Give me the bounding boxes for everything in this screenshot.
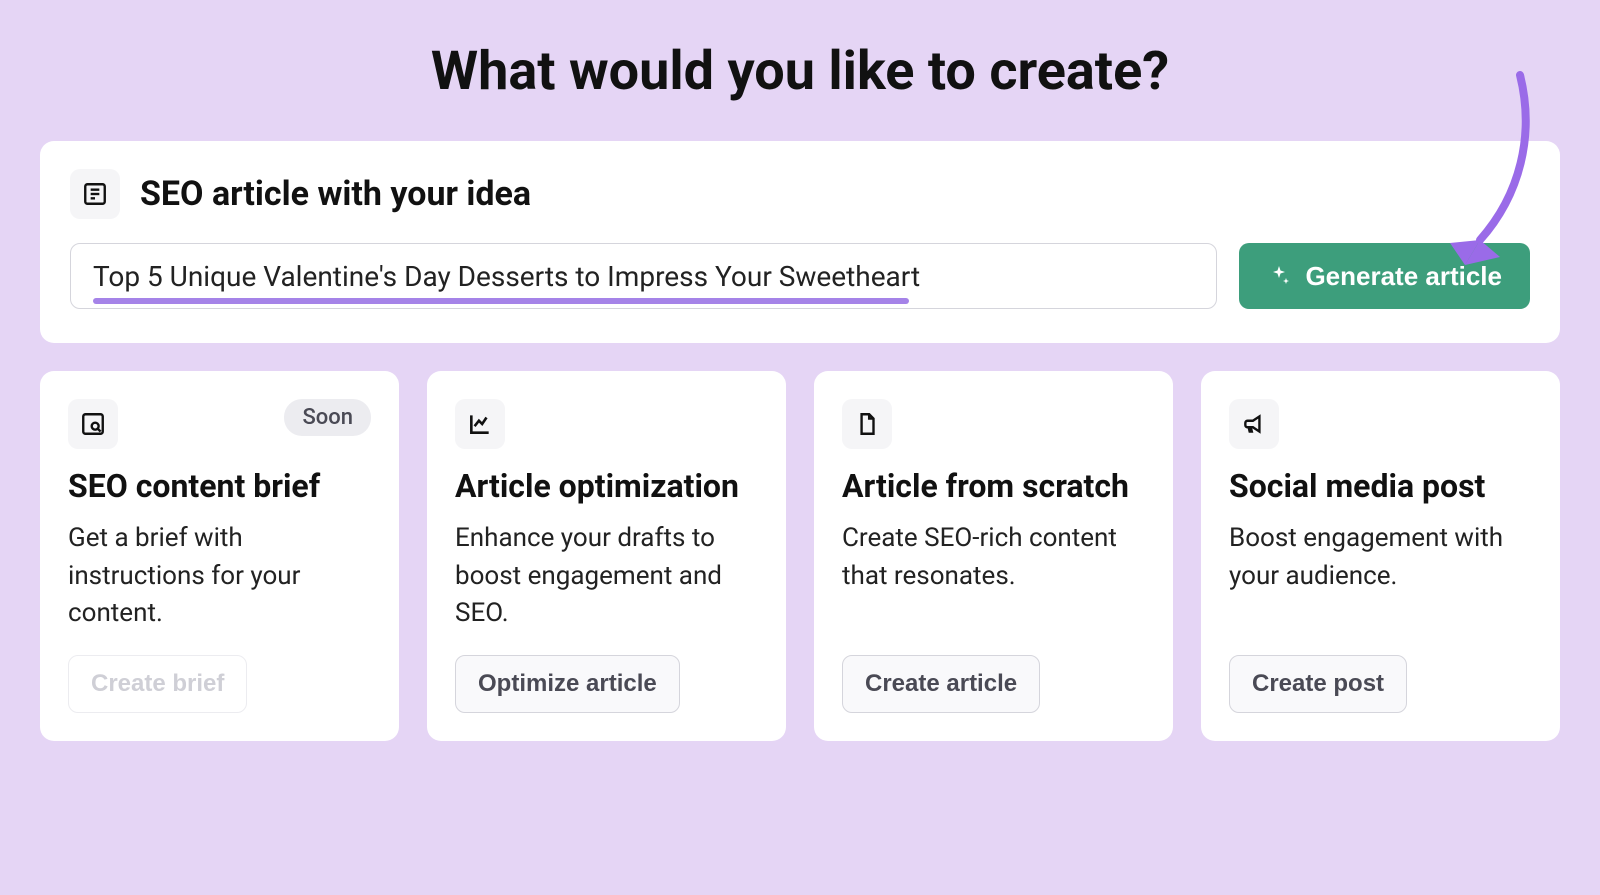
idea-input-text: Top 5 Unique Valentine's Day Desserts to…	[93, 260, 920, 293]
create-article-button[interactable]: Create article	[842, 655, 1040, 713]
article-optimization-card: Article optimization Enhance your drafts…	[427, 371, 786, 741]
card-description: Get a brief with instructions for your c…	[68, 520, 371, 635]
megaphone-icon	[1229, 399, 1279, 449]
main-card-header: SEO article with your idea	[70, 169, 1530, 219]
chart-icon	[455, 399, 505, 449]
create-post-button[interactable]: Create post	[1229, 655, 1407, 713]
search-doc-icon	[68, 399, 118, 449]
sparkle-icon	[1267, 264, 1291, 288]
seo-article-card: SEO article with your idea Top 5 Unique …	[40, 141, 1560, 343]
generate-article-button[interactable]: Generate article	[1239, 243, 1530, 309]
card-title: Article from scratch	[842, 467, 1145, 506]
idea-input-underline	[93, 298, 909, 304]
card-title: Article optimization	[455, 467, 758, 506]
card-title: Social media post	[1229, 467, 1532, 506]
article-idea-icon	[70, 169, 120, 219]
soon-badge: Soon	[284, 399, 371, 436]
card-description: Enhance your drafts to boost engagement …	[455, 520, 758, 635]
card-title: SEO content brief	[68, 467, 371, 506]
social-media-post-card: Social media post Boost engagement with …	[1201, 371, 1560, 741]
input-row: Top 5 Unique Valentine's Day Desserts to…	[70, 243, 1530, 309]
document-icon	[842, 399, 892, 449]
optimize-article-button[interactable]: Optimize article	[455, 655, 680, 713]
create-brief-button: Create brief	[68, 655, 247, 713]
page-title: What would you like to create?	[40, 40, 1560, 103]
seo-content-brief-card: Soon SEO content brief Get a brief with …	[40, 371, 399, 741]
card-description: Boost engagement with your audience.	[1229, 520, 1532, 635]
main-card-title: SEO article with your idea	[140, 174, 531, 214]
generate-button-label: Generate article	[1305, 261, 1502, 292]
card-description: Create SEO-rich content that resonates.	[842, 520, 1145, 635]
idea-input[interactable]: Top 5 Unique Valentine's Day Desserts to…	[70, 243, 1217, 309]
article-from-scratch-card: Article from scratch Create SEO-rich con…	[814, 371, 1173, 741]
option-cards-row: Soon SEO content brief Get a brief with …	[40, 371, 1560, 741]
